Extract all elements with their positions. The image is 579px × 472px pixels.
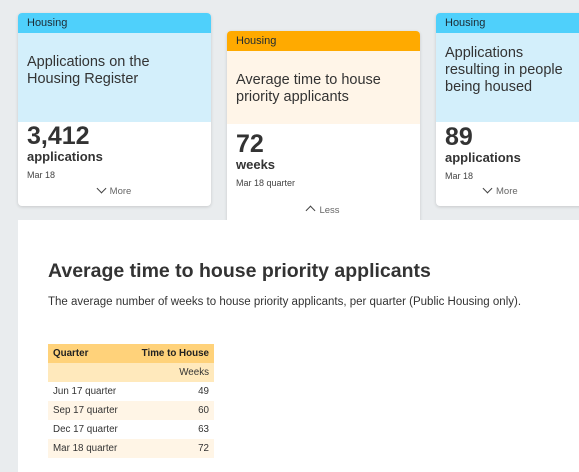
unit-row-blank [48,363,130,382]
card-category-tag: Housing [227,31,420,51]
card-unit: applications [27,149,103,164]
row-quarter: Jun 17 quarter [48,382,130,401]
card-value: 89 [445,123,473,151]
less-toggle[interactable]: Less [227,205,420,216]
more-toggle[interactable]: More [482,183,518,197]
card-applications-housed[interactable]: Housing Applications resulting in people… [436,13,579,206]
card-value: 3,412 [27,122,90,150]
card-date: Mar 18 [27,170,56,180]
card-value: 72 [236,130,264,158]
more-toggle[interactable]: More [18,183,211,197]
more-label: More [496,186,518,197]
chevron-down-icon [96,183,107,194]
column-header-time-to-house: Time to House [129,344,214,363]
card-date: Mar 18 quarter [236,178,296,188]
card-unit: applications [445,150,521,165]
detail-panel: Average time to house priority applicant… [18,220,579,472]
row-quarter: Sep 17 quarter [48,401,130,420]
row-value: 72 [129,439,214,458]
row-quarter: Mar 18 quarter [48,439,130,458]
table-row: Sep 17 quarter 60 [48,401,214,420]
card-category-tag: Housing [436,13,579,33]
column-header-quarter: Quarter [48,344,130,363]
card-unit: weeks [236,157,276,172]
less-label: Less [319,205,340,216]
card-category-tag: Housing [18,13,211,33]
row-quarter: Dec 17 quarter [48,420,130,439]
more-label: More [109,186,132,197]
card-date: Mar 18 [445,171,474,181]
detail-description: The average number of weeks to house pri… [48,296,522,308]
table-row: Mar 18 quarter 72 [48,439,214,458]
row-value: 60 [129,401,214,420]
chevron-up-icon [306,205,316,216]
card-applications-register[interactable]: Housing Applications on the Housing Regi… [18,13,211,206]
data-table: Quarter Time to House Weeks Jun 17 quart… [48,344,214,458]
chevron-down-icon [482,183,493,194]
detail-title: Average time to house priority applicant… [48,260,431,282]
card-average-time-to-house[interactable]: Housing Average time to house priority a… [227,31,420,225]
table-row: Dec 17 quarter 63 [48,420,214,439]
card-heading: Average time to house priority applicant… [227,51,420,124]
unit-row-label: Weeks [129,363,214,382]
row-value: 49 [129,382,214,401]
card-heading: Applications on the Housing Register [18,33,211,122]
card-heading: Applications resulting in people being h… [436,33,579,122]
table-row: Jun 17 quarter 49 [48,382,214,401]
row-value: 63 [129,420,214,439]
